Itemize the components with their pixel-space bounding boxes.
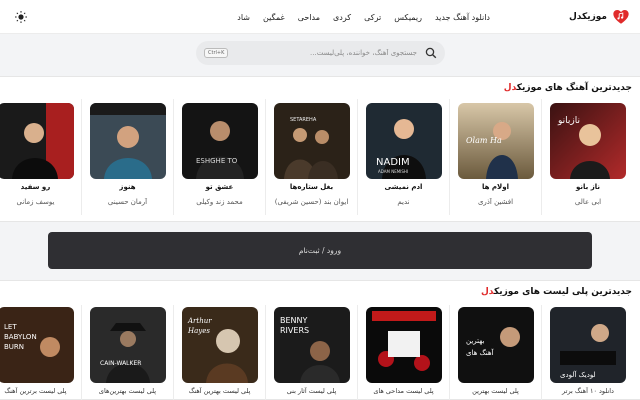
nav-item-kurdish[interactable]: کردی [333, 13, 351, 22]
playlist-cover [366, 307, 442, 383]
playlist-title: دانلود ۱۰ آهنگ برتر [562, 387, 614, 395]
svg-text:NADIM: NADIM [376, 157, 410, 168]
playlist-title: پلی لیست بهترین‌های [98, 387, 157, 395]
song-cover: نازبانو [550, 103, 626, 179]
svg-text:BENNY: BENNY [280, 316, 308, 325]
sun-icon[interactable] [14, 10, 28, 24]
nav-item-new-songs[interactable]: دانلود آهنگ جدید [435, 13, 490, 22]
song-title: ناز بانو [576, 183, 600, 191]
song-cover: ESHGHE TO [182, 103, 258, 179]
song-artist: آرمان حسینی [107, 198, 148, 206]
song-cover: NADIM ADAM NEMISHI [366, 103, 442, 179]
song-cover: Olam Ha [458, 103, 534, 179]
song-card[interactable]: ESHGHE TO عشق تو محمد زند وکیلی [174, 99, 266, 215]
svg-text:نازبانو: نازبانو [557, 116, 580, 126]
song-cover [90, 103, 166, 179]
svg-text:بهترین: بهترین [466, 337, 484, 345]
song-title: رو سفید [20, 183, 51, 191]
svg-text:BABYLON: BABYLON [4, 333, 37, 341]
song-title: عشق تو [205, 183, 234, 191]
latest-playlists-section: جدیدترین پلی لیست های موزیکدل لودیک آلود… [0, 280, 640, 400]
playlist-cover: CAIN-WALKER [90, 307, 166, 383]
playlist-title: پلی لیست بهترین [472, 387, 519, 395]
playlist-cover: Arthur Hayes [182, 307, 258, 383]
site-logo[interactable]: موزیکدل [569, 6, 630, 28]
playlist-cover: بهترین آهنگ های [458, 307, 534, 383]
song-card[interactable]: SETAREHA بغل ستاره‌ها ایوان بند (حسین شر… [266, 99, 358, 215]
heart-logo-icon [613, 9, 629, 24]
playlist-card[interactable]: LET BABYLON BURN پلی لیست برترین آهنگ [0, 305, 82, 400]
svg-text:ESHGHE TO: ESHGHE TO [196, 157, 238, 165]
song-artist: یوسف زمانی [16, 198, 55, 206]
playlist-cover: BENNY RIVERS [274, 307, 350, 383]
svg-text:لودیک آلودی: لودیک آلودی [560, 370, 596, 379]
song-cover: SETAREHA [274, 103, 350, 179]
svg-text:BURN: BURN [4, 343, 24, 351]
playlist-title: پلی لیست مداحی های [373, 387, 434, 395]
svg-text:ADAM NEMISHI: ADAM NEMISHI [378, 169, 408, 174]
song-artist: افشین آذری [477, 198, 514, 206]
playlist-title: پلی لیست آثار بنی [286, 387, 337, 395]
song-list: نازبانو ناز بانو ابی عالی Olam Ha اولام … [0, 99, 634, 215]
song-card[interactable]: NADIM ADAM NEMISHI آدم نمیشی ندیم [358, 99, 450, 215]
playlist-title: پلی لیست برترین آهنگ [4, 387, 67, 395]
song-card[interactable]: رو سفید یوسف زمانی [0, 99, 82, 215]
brand-name: موزیکدل [568, 12, 607, 22]
svg-text:SETAREHA: SETAREHA [290, 117, 317, 123]
song-artist: ابی عالی [574, 198, 602, 206]
main-nav: دانلود آهنگ جدید ریمیکس ترکی کردی مداحی … [237, 0, 490, 34]
nav-item-happy[interactable]: شاد [237, 13, 250, 22]
song-artist: ایوان بند (حسین شریفی) [274, 198, 349, 206]
section-title: جدیدترین پلی لیست های موزیکدل [480, 287, 632, 297]
search-input[interactable] [237, 41, 417, 65]
song-card[interactable]: Olam Ha اولام ها افشین آذری [450, 99, 542, 215]
login-register-button[interactable]: ورود / ثبت‌نام [48, 232, 592, 269]
svg-text:RIVERS: RIVERS [280, 326, 309, 335]
nav-item-turkish[interactable]: ترکی [364, 13, 381, 22]
playlist-card[interactable]: پلی لیست مداحی های [358, 305, 450, 400]
playlist-cover: LET BABYLON BURN [0, 307, 74, 383]
song-artist: ندیم [397, 198, 410, 206]
playlist-list: لودیک آلودی دانلود ۱۰ آهنگ برتر بهترین آه… [0, 305, 634, 400]
song-title: هنوز [119, 183, 136, 191]
song-artist: محمد زند وکیلی [196, 198, 243, 206]
search-bar: Ctrl+K [196, 41, 445, 65]
svg-text:LET: LET [4, 323, 17, 331]
nav-item-remix[interactable]: ریمیکس [394, 13, 422, 22]
song-title: بغل ستاره‌ها [289, 183, 334, 191]
playlist-title: پلی لیست بهترین آهنگ [188, 387, 251, 395]
svg-text:CAIN-WALKER: CAIN-WALKER [100, 360, 141, 367]
playlist-card[interactable]: بهترین آهنگ های پلی لیست بهترین [450, 305, 542, 400]
song-cover [0, 103, 74, 179]
svg-text:Hayes: Hayes [187, 327, 210, 335]
playlist-card[interactable]: Arthur Hayes پلی لیست بهترین آهنگ [174, 305, 266, 400]
svg-text:Arthur: Arthur [187, 317, 212, 325]
top-navigation-bar: دانلود آهنگ جدید ریمیکس ترکی کردی مداحی … [0, 0, 640, 34]
nav-item-madahi[interactable]: مداحی [298, 13, 320, 22]
song-title: آدم نمیشی [384, 183, 423, 191]
playlist-card[interactable]: BENNY RIVERS پلی لیست آثار بنی [266, 305, 358, 400]
nav-item-sad[interactable]: غمگین [263, 13, 285, 22]
song-title: اولام ها [481, 183, 509, 191]
latest-songs-section: جدیدترین آهنگ های موزیکدل نازبانو ناز با… [0, 76, 640, 222]
svg-text:آهنگ های: آهنگ های [466, 348, 495, 357]
playlist-card[interactable]: CAIN-WALKER پلی لیست بهترین‌های [82, 305, 174, 400]
search-icon[interactable] [425, 47, 437, 59]
playlist-card[interactable]: لودیک آلودی دانلود ۱۰ آهنگ برتر [542, 305, 634, 400]
song-card[interactable]: نازبانو ناز بانو ابی عالی [542, 99, 634, 215]
section-title: جدیدترین آهنگ های موزیکدل [503, 83, 632, 93]
keyboard-shortcut-badge: Ctrl+K [204, 48, 229, 58]
song-card[interactable]: هنوز آرمان حسینی [82, 99, 174, 215]
svg-text:Olam Ha: Olam Ha [466, 136, 502, 145]
playlist-cover: لودیک آلودی [550, 307, 626, 383]
